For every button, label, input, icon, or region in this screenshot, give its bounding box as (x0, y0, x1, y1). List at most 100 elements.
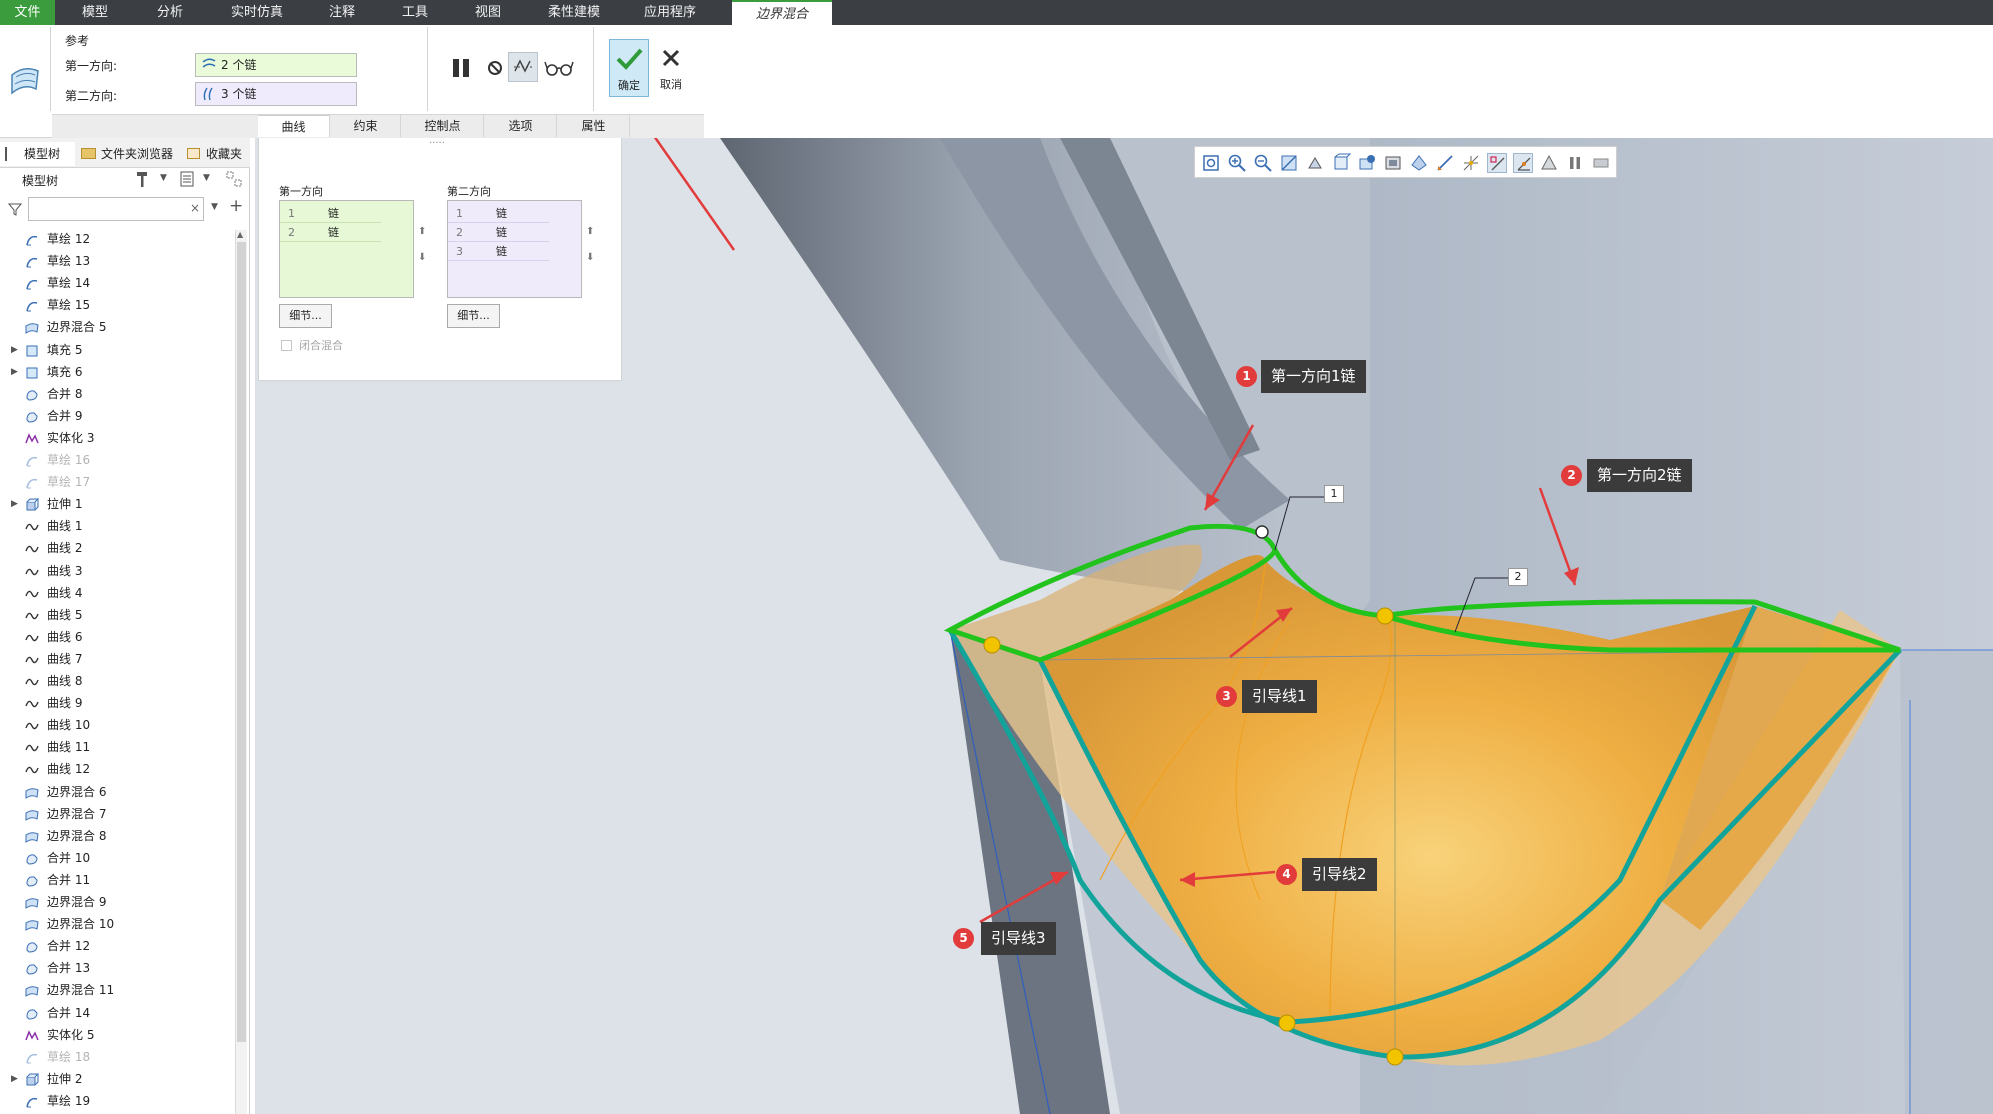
ok-button[interactable]: 确定 (609, 39, 649, 97)
tree-item[interactable]: 草绘 16 (0, 449, 235, 471)
menu-annotate[interactable]: 注释 (312, 0, 372, 25)
tree-item[interactable]: 合并 14 (0, 1002, 235, 1024)
expand-arrow-icon[interactable]: ▶ (11, 361, 18, 383)
tree-item[interactable]: 草绘 17 (0, 471, 235, 493)
tree-item[interactable]: 合并 8 (0, 383, 235, 405)
chain-list-row[interactable]: 3链 (448, 243, 549, 261)
chain-list-row[interactable]: 2链 (280, 224, 381, 242)
refit-button[interactable] (1201, 153, 1221, 173)
tree-item[interactable]: ▶ 拉伸 2 (0, 1068, 235, 1090)
menu-realtime-sim[interactable]: 实时仿真 (222, 0, 292, 25)
move-up-icon[interactable]: ⬆ (418, 226, 426, 237)
dir2-chain-collector[interactable]: 3 个链 (195, 82, 357, 106)
pause-animation-button[interactable] (1565, 153, 1585, 173)
tree-item[interactable]: ▶ 填充 5 (0, 339, 235, 361)
no-preview-button[interactable] (480, 53, 510, 83)
tree-item[interactable]: 草绘 14 (0, 272, 235, 294)
scroll-thumb[interactable] (237, 242, 246, 1042)
tree-item[interactable]: 曲线 9 (0, 692, 235, 714)
tree-item[interactable]: 草绘 15 (0, 294, 235, 316)
expand-arrow-icon[interactable]: ▶ (11, 493, 18, 515)
tree-item[interactable]: 草绘 13 (0, 250, 235, 272)
tree-item[interactable]: 合并 9 (0, 405, 235, 427)
dir2-details-button[interactable]: 细节... (447, 304, 500, 328)
move-down-icon[interactable]: ⬇ (586, 252, 594, 263)
chain-list-row[interactable]: 2链 (448, 224, 549, 242)
point-display-button[interactable] (1487, 153, 1507, 173)
tree-item[interactable]: ▶ 填充 6 (0, 361, 235, 383)
subtab-options[interactable]: 选项 (485, 115, 557, 137)
tree-item[interactable]: 合并 13 (0, 957, 235, 979)
tree-item[interactable]: 曲线 11 (0, 736, 235, 758)
menu-applications[interactable]: 应用程序 (634, 0, 706, 25)
tree-item[interactable]: 合并 12 (0, 935, 235, 957)
tab-folder-browser[interactable]: 文件夹浏览器 (77, 142, 177, 166)
tree-item[interactable]: 边界混合 5 (0, 316, 235, 338)
chevron-down-icon[interactable]: ▼ (160, 173, 167, 183)
zoom-in-button[interactable] (1227, 153, 1247, 173)
tree-item[interactable]: 曲线 5 (0, 604, 235, 626)
move-down-icon[interactable]: ⬇ (418, 252, 426, 263)
panel-grip[interactable]: ····· (429, 138, 445, 149)
tree-item[interactable]: 曲线 8 (0, 670, 235, 692)
tree-item[interactable]: 草绘 19 (0, 1090, 235, 1112)
repaint-button[interactable] (1279, 153, 1299, 173)
move-up-icon[interactable]: ⬆ (586, 226, 594, 237)
pause-button[interactable] (446, 53, 476, 83)
scroll-up-icon[interactable]: ▲ (237, 230, 243, 239)
tree-item[interactable]: 合并 10 (0, 847, 235, 869)
tree-item[interactable]: 边界混合 10 (0, 913, 235, 935)
verify-mode-button[interactable] (544, 53, 574, 83)
tree-item[interactable]: 曲线 2 (0, 537, 235, 559)
tree-item[interactable]: 曲线 10 (0, 714, 235, 736)
subtab-constraints[interactable]: 约束 (331, 115, 401, 137)
spin-center-button[interactable] (1305, 153, 1325, 173)
dir1-details-button[interactable]: 细节... (279, 304, 332, 328)
csys-display-button[interactable] (1513, 153, 1533, 173)
tree-search-input[interactable] (28, 197, 204, 221)
subtab-control-points[interactable]: 控制点 (402, 115, 484, 137)
annotation-display-button[interactable] (1539, 153, 1559, 173)
tree-item[interactable]: ▶ 拉伸 1 (0, 493, 235, 515)
dir1-chain-list[interactable]: 1链2链 (279, 200, 414, 298)
chain-list-row[interactable]: 1链 (448, 205, 549, 223)
tree-item[interactable]: 边界混合 11 (0, 979, 235, 1001)
tree-item[interactable]: 曲线 4 (0, 582, 235, 604)
menu-tools[interactable]: 工具 (385, 0, 445, 25)
expand-arrow-icon[interactable]: ▶ (11, 339, 18, 361)
chevron-down-icon[interactable]: ▼ (203, 173, 210, 183)
tree-item[interactable]: 曲线 12 (0, 758, 235, 780)
axis-display-button[interactable] (1461, 153, 1481, 173)
tree-item[interactable]: 曲线 7 (0, 648, 235, 670)
add-icon[interactable]: + (229, 196, 243, 216)
menu-analysis[interactable]: 分析 (140, 0, 200, 25)
closed-blend-checkbox[interactable] (281, 340, 292, 351)
preview-geometry-button[interactable] (508, 52, 538, 82)
orient-button[interactable] (1409, 153, 1429, 173)
tree-item[interactable]: 边界混合 7 (0, 803, 235, 825)
tree-columns-button[interactable] (225, 170, 243, 188)
tree-settings-button[interactable] (134, 170, 152, 188)
dir2-chain-list[interactable]: 1链2链3链 (447, 200, 582, 298)
tree-item[interactable]: 实体化 3 (0, 427, 235, 449)
more-view-tools-button[interactable] (1591, 153, 1611, 173)
dir1-chain-collector[interactable]: 2 个链 (195, 53, 357, 77)
tree-item[interactable]: 边界混合 8 (0, 825, 235, 847)
saved-views-button[interactable] (1331, 153, 1352, 173)
expand-arrow-icon[interactable]: ▶ (11, 1068, 18, 1090)
datum-display-button[interactable] (1435, 153, 1455, 173)
tree-item[interactable]: 草绘 18 (0, 1046, 235, 1068)
chevron-down-icon[interactable]: ▼ (211, 202, 218, 212)
menu-view[interactable]: 视图 (458, 0, 518, 25)
subtab-curves[interactable]: 曲线 (258, 115, 330, 137)
subtab-properties[interactable]: 属性 (558, 115, 630, 137)
tree-item[interactable]: 曲线 3 (0, 560, 235, 582)
menu-model[interactable]: 模型 (65, 0, 125, 25)
tab-favorites[interactable]: 收藏夹 (182, 142, 252, 166)
tree-item[interactable]: 草绘 12 (0, 228, 235, 250)
menu-flexible-modeling[interactable]: 柔性建模 (538, 0, 610, 25)
chain-list-row[interactable]: 1链 (280, 205, 381, 223)
display-style-button[interactable] (1383, 153, 1403, 173)
tree-item[interactable]: 边界混合 9 (0, 891, 235, 913)
zoom-out-button[interactable] (1253, 153, 1273, 173)
